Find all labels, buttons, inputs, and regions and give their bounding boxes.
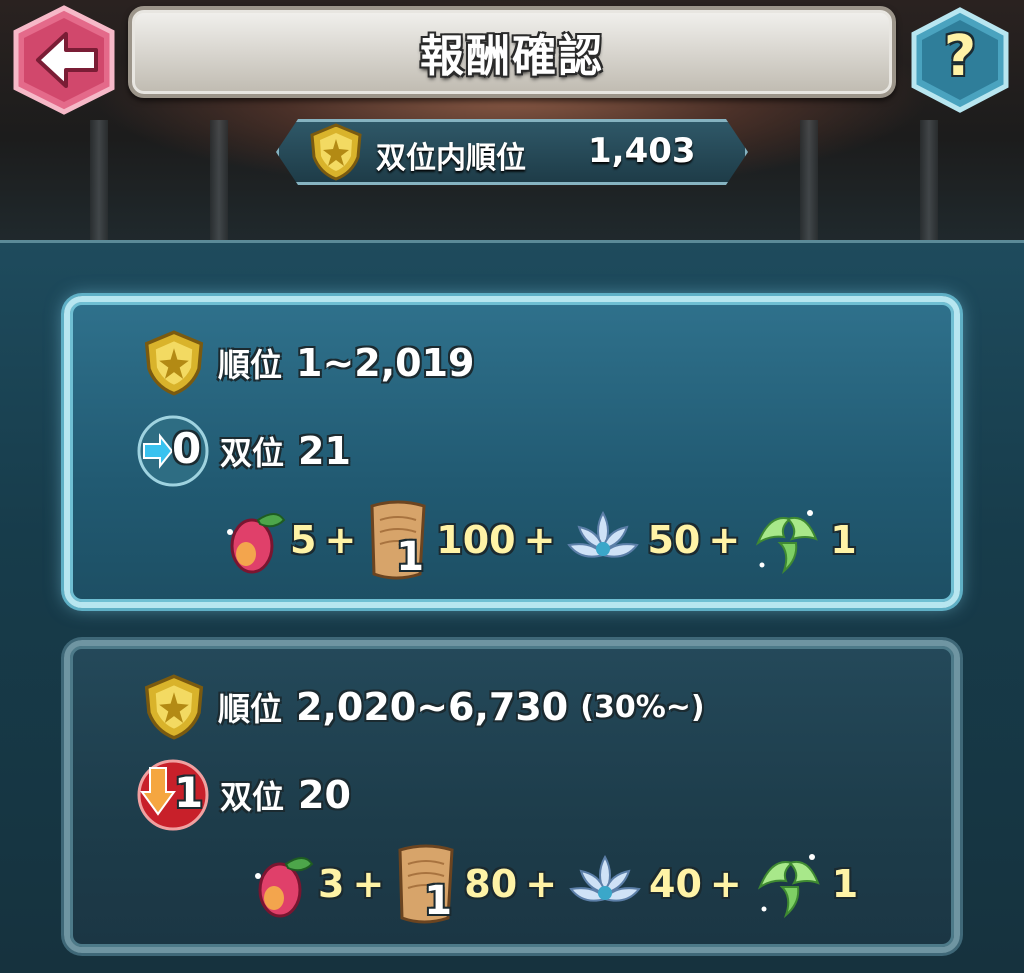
background-pillar bbox=[90, 120, 108, 250]
reward-amount: 50 bbox=[647, 518, 701, 562]
back-button[interactable] bbox=[8, 4, 120, 116]
reward-plus: + bbox=[709, 862, 742, 906]
reward-row: 5 + 1 100 + 50 + 1 bbox=[218, 498, 865, 582]
reward-plus: + bbox=[352, 862, 385, 906]
tier-badge-value: 1 bbox=[174, 768, 204, 817]
rank-range-note: (30%~) bbox=[580, 689, 705, 725]
tier-row: 1 双位 20 bbox=[136, 758, 351, 832]
rank-range-label: 順位 bbox=[218, 690, 283, 728]
reward-plus: + bbox=[523, 518, 556, 562]
help-button[interactable]: ? bbox=[906, 6, 1014, 114]
tier-row: 0 双位 21 bbox=[136, 414, 351, 488]
scroll-badge: 1 bbox=[396, 534, 425, 580]
tier-value: 20 bbox=[298, 773, 351, 817]
scroll-reward: 1 bbox=[394, 842, 458, 926]
rank-banner-content: 双位内順位 1,403 bbox=[276, 119, 748, 185]
reward-plus: + bbox=[525, 862, 558, 906]
reward-amount: 1 bbox=[830, 518, 857, 562]
scroll-reward: 1 bbox=[366, 498, 430, 582]
back-arrow-icon bbox=[13, 5, 115, 115]
page-title: 報酬確認 bbox=[420, 31, 604, 82]
tier-badge-value: 0 bbox=[172, 424, 202, 473]
reward-amount: 5 bbox=[290, 518, 317, 562]
reward-panel-lower: 順位 2,020~6,730 (30%~) 1 双位 20 3 + 1 80 +… bbox=[64, 640, 960, 953]
rank-label: 双位内順位 bbox=[376, 141, 526, 176]
rank-range-label: 順位 bbox=[218, 346, 283, 384]
green-feather-icon bbox=[757, 854, 820, 919]
help-glyph: ? bbox=[943, 24, 977, 89]
title-plate: 報酬確認 bbox=[128, 6, 896, 98]
tier-keep-badge: 0 bbox=[136, 414, 210, 488]
lotus-flower-icon bbox=[569, 854, 641, 902]
gold-crest-icon bbox=[144, 330, 204, 396]
gold-crest-icon bbox=[310, 123, 362, 181]
rank-range-value: 2,020~6,730 bbox=[296, 685, 569, 729]
reward-amount: 80 bbox=[464, 862, 518, 906]
reward-panel-current: 順位 1~2,019 0 双位 21 5 + 1 100 + 50 + 1 bbox=[64, 296, 960, 608]
background-pillar bbox=[920, 120, 938, 250]
tier-label: 双位 bbox=[220, 434, 285, 472]
reward-amount: 40 bbox=[649, 862, 702, 906]
gold-crest-icon bbox=[144, 674, 204, 740]
reward-amount: 100 bbox=[436, 518, 516, 562]
rank-range-row: 順位 2,020~6,730 (30%~) bbox=[142, 674, 705, 740]
orb-fruit-icon bbox=[227, 513, 286, 574]
tier-label: 双位 bbox=[220, 778, 285, 816]
tier-value: 21 bbox=[298, 429, 351, 473]
green-feather-icon bbox=[756, 510, 818, 575]
tier-down-badge: 1 bbox=[136, 758, 210, 832]
background-pillar bbox=[800, 120, 818, 250]
rank-value: 1,403 bbox=[588, 131, 696, 171]
rank-range-value: 1~2,019 bbox=[296, 341, 475, 385]
reward-amount: 3 bbox=[318, 862, 345, 906]
orb-fruit-icon bbox=[255, 857, 314, 918]
rank-range-row: 順位 1~2,019 bbox=[142, 330, 487, 396]
reward-amount: 1 bbox=[831, 862, 859, 906]
scroll-badge: 1 bbox=[424, 878, 453, 924]
lotus-flower-icon bbox=[567, 510, 640, 558]
background-pillar bbox=[210, 120, 228, 250]
reward-plus: + bbox=[708, 518, 741, 562]
reward-row: 3 + 1 80 + 40 + 1 bbox=[246, 842, 866, 926]
reward-plus: + bbox=[324, 518, 357, 562]
